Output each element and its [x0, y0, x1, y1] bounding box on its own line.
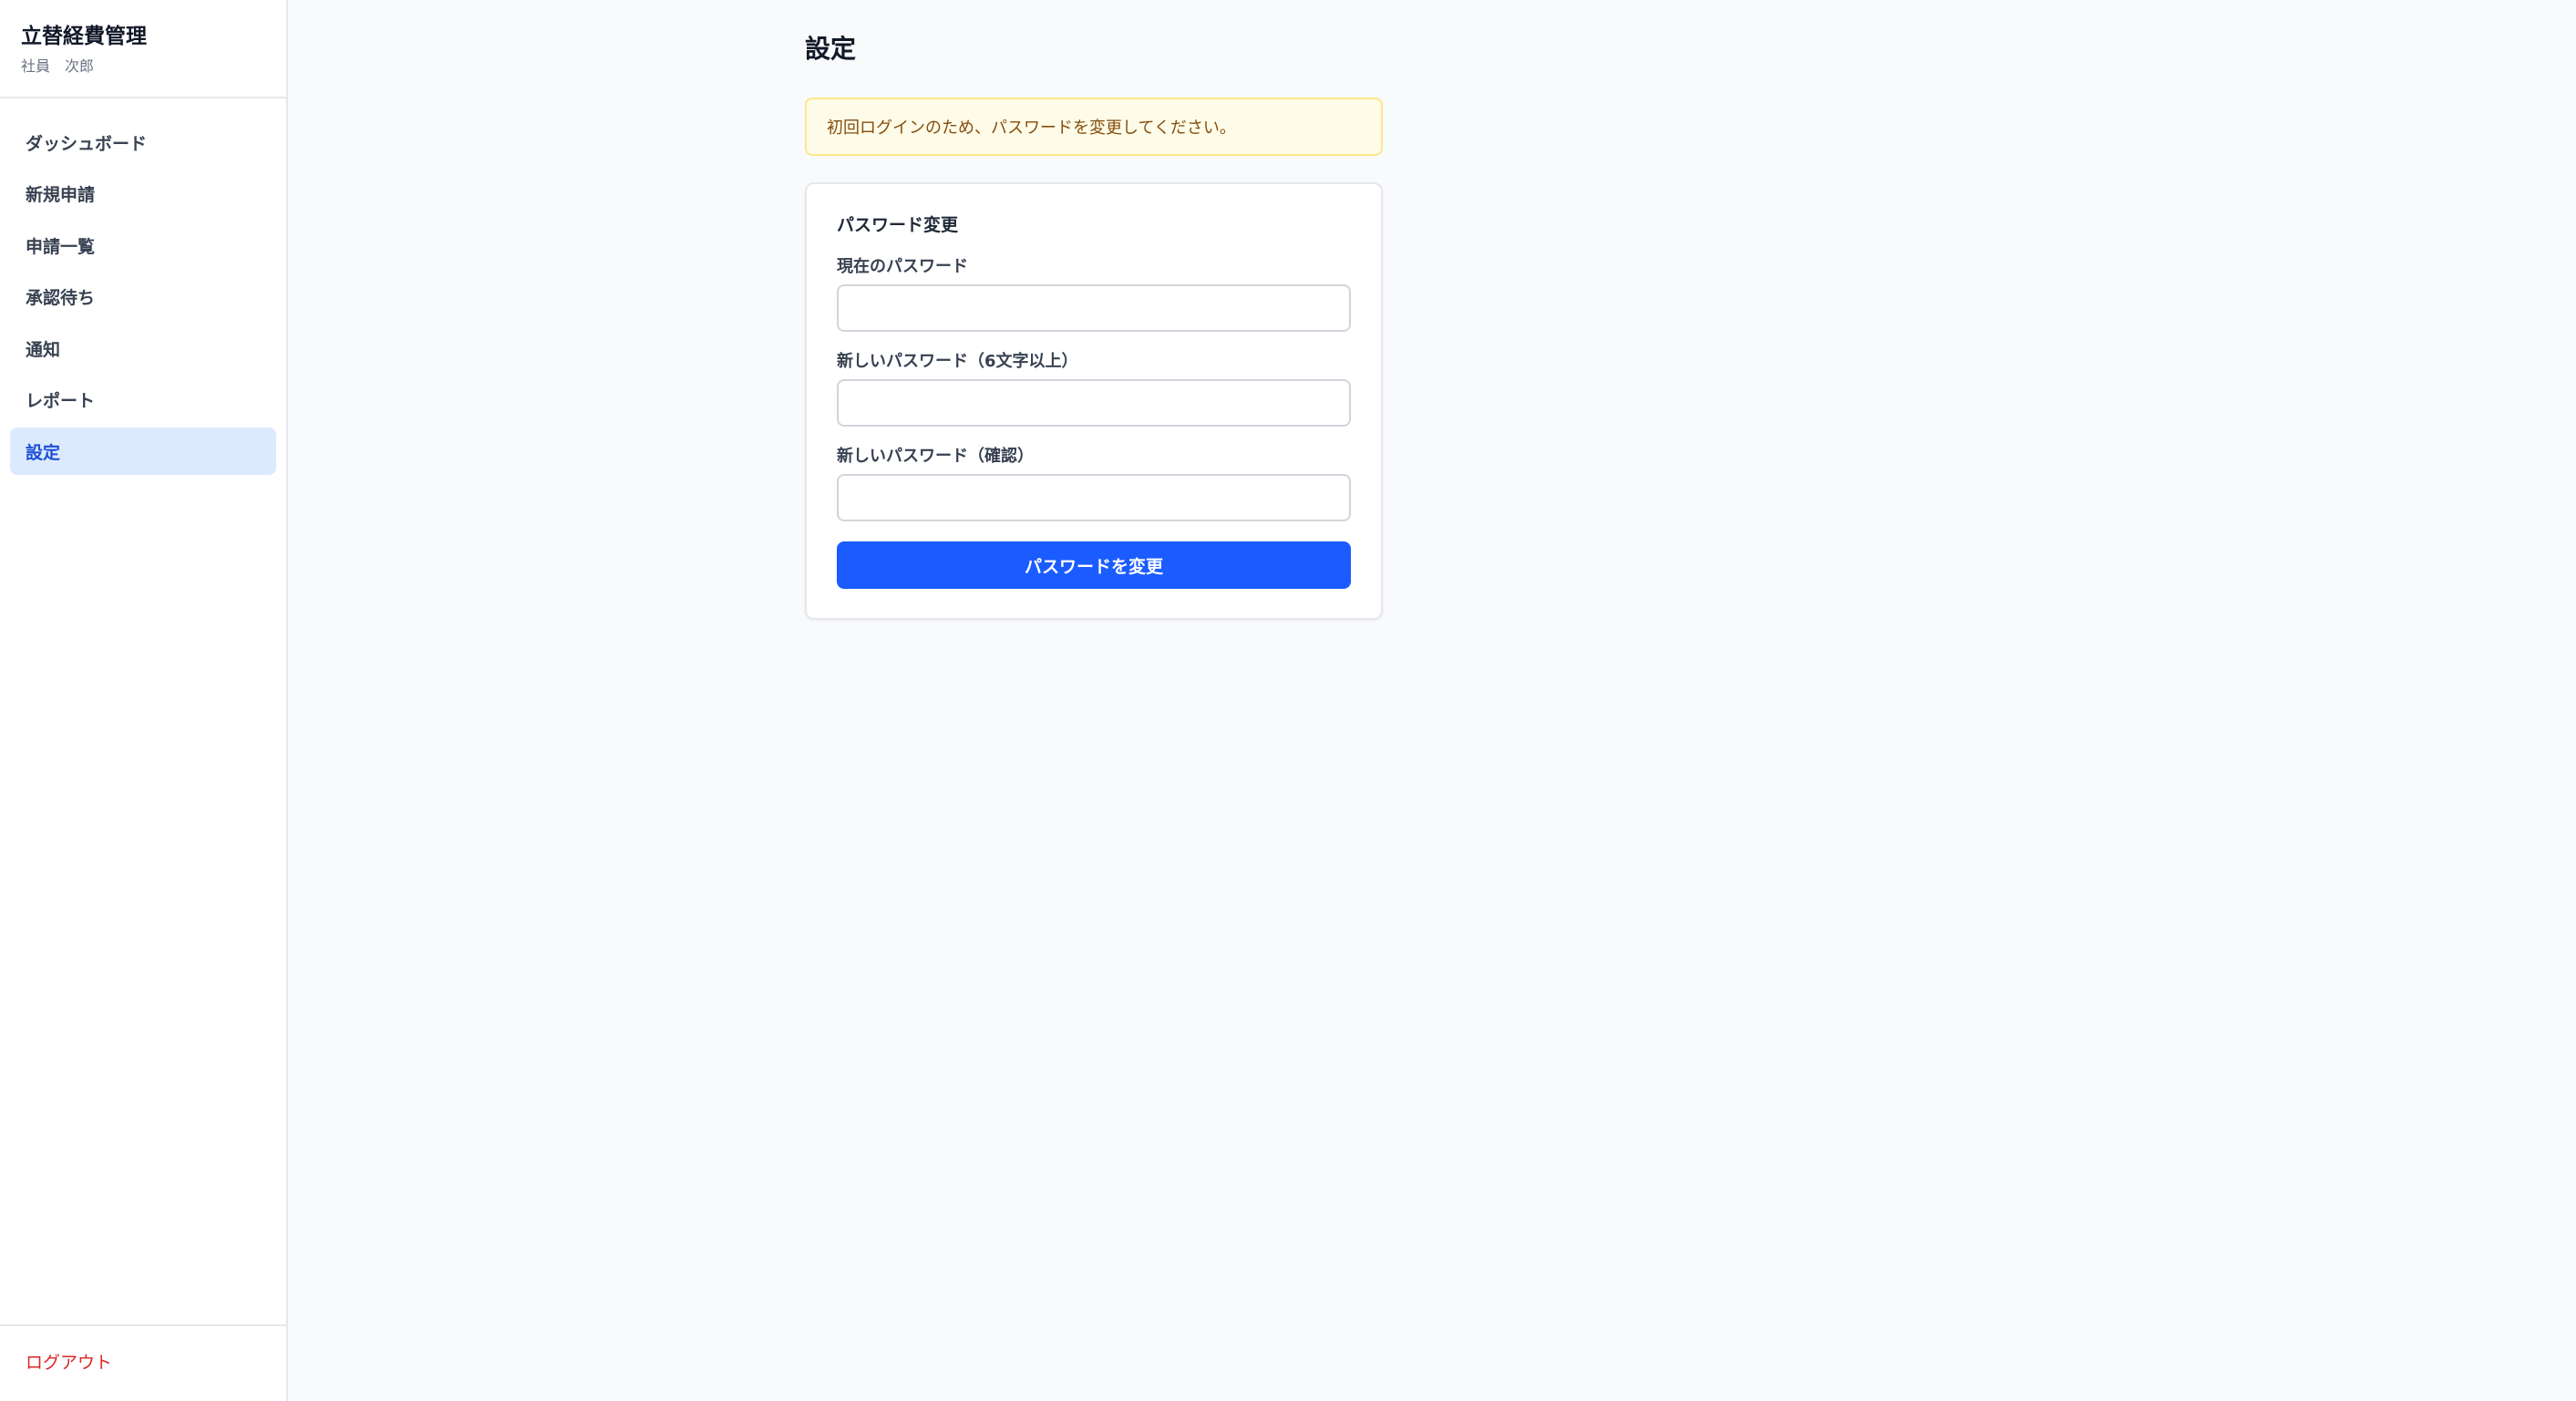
logout-button[interactable]: ログアウト [26, 1352, 261, 1374]
sidebar-item-new-request[interactable]: 新規申請 [10, 170, 276, 218]
confirm-password-field: 新しいパスワード（確認） [837, 447, 1351, 521]
change-password-button[interactable]: パスワードを変更 [837, 541, 1351, 589]
password-change-card: パスワード変更 現在のパスワード 新しいパスワード（6文字以上） 新しいパスワー… [805, 182, 1383, 620]
app-title: 立替経費管理 [21, 25, 147, 48]
brand: 立替経費管理 社員 次郎 [0, 0, 286, 98]
sidebar-footer: ログアウト [0, 1324, 286, 1401]
card-title: パスワード変更 [837, 215, 959, 235]
current-password-field: 現在のパスワード [837, 257, 1351, 332]
app-root: 立替経費管理 社員 次郎 ダッシュボード 新規申請 申請一覧 承認待ち 通知 レ… [0, 0, 2576, 1401]
sidebar-item-reports[interactable]: レポート [10, 376, 276, 424]
sidebar-nav: ダッシュボード 新規申請 申請一覧 承認待ち 通知 レポート 設定 [0, 98, 286, 1324]
main-area: 設定 初回ログインのため、パスワードを変更してください。 パスワード変更 現在の… [288, 0, 2576, 1401]
confirm-password-label: 新しいパスワード（確認） [837, 447, 1034, 466]
sidebar-item-request-list[interactable]: 申請一覧 [10, 221, 276, 269]
confirm-password-input[interactable] [837, 474, 1351, 521]
current-password-input[interactable] [837, 284, 1351, 332]
page-title: 設定 [805, 34, 857, 64]
first-login-notice: 初回ログインのため、パスワードを変更してください。 [805, 98, 1383, 156]
sidebar-item-dashboard[interactable]: ダッシュボード [10, 118, 276, 166]
current-password-label: 現在のパスワード [837, 257, 968, 276]
user-name: 社員 次郎 [21, 57, 95, 75]
sidebar-item-settings[interactable]: 設定 [10, 428, 276, 475]
sidebar-item-notifications[interactable]: 通知 [10, 324, 276, 372]
new-password-label: 新しいパスワード（6文字以上） [837, 352, 1078, 371]
new-password-input[interactable] [837, 379, 1351, 427]
sidebar: 立替経費管理 社員 次郎 ダッシュボード 新規申請 申請一覧 承認待ち 通知 レ… [0, 0, 288, 1401]
settings-content: 設定 初回ログインのため、パスワードを変更してください。 パスワード変更 現在の… [805, 31, 1383, 620]
new-password-field: 新しいパスワード（6文字以上） [837, 352, 1351, 427]
sidebar-item-pending-approval[interactable]: 承認待ち [10, 273, 276, 321]
